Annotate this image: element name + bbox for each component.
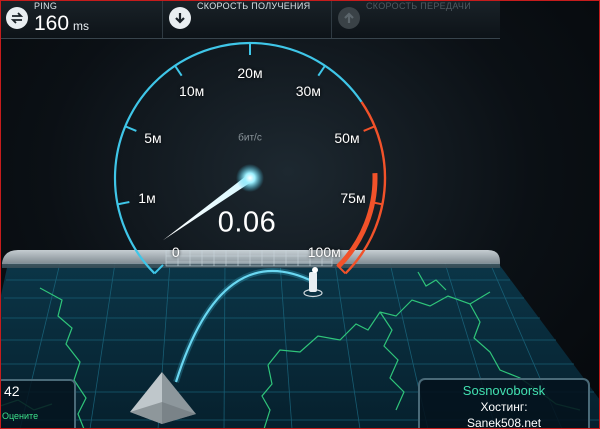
gauge-label-0: 0 [171, 244, 180, 261]
results-bar: PING 160 ms СКОРОСТЬ ПОЛУЧЕНИЯ СКОРОСТЬ … [0, 0, 500, 39]
ping-label: PING [34, 1, 58, 11]
gauge-label-30m: 30м [295, 82, 321, 99]
gauge-label-1m: 1м [138, 190, 156, 207]
ping-icon [6, 7, 28, 29]
gauge-unit-label: бит/с [238, 132, 262, 144]
gauge-tick [317, 65, 326, 77]
gauge-hub [236, 164, 264, 192]
gauge-label-5m: 5м [144, 129, 162, 146]
gauge-label-50m: 50м [334, 129, 360, 146]
ping-value-row: 160 ms [34, 12, 89, 36]
rate-link[interactable]: Оцените [2, 411, 38, 421]
gauge-tick [174, 65, 183, 77]
gauge-label-75m: 75м [340, 190, 366, 207]
server-city: Sosnovoborsk [462, 383, 546, 398]
upload-section: СКОРОСТЬ ПЕРЕДАЧИ [332, 0, 500, 38]
arrow-down-icon [169, 7, 191, 29]
gauge-label-20m: 20м [237, 65, 263, 81]
ping-unit: ms [73, 19, 90, 33]
gauge-tick [117, 201, 130, 206]
server-info-panel[interactable]: Sosnovoborsk Хостинг: Sanek508.net [418, 378, 590, 429]
rating-number: 42 [4, 383, 20, 399]
speed-gauge [113, 41, 387, 275]
gauge-tick [153, 264, 164, 275]
gauge-label-10m: 10м [179, 82, 205, 99]
hosting-name: Sanek508.net [466, 416, 542, 429]
gauge-tick [363, 125, 376, 132]
rating-panel[interactable]: 42 Оцените [0, 379, 76, 429]
arrow-up-icon [338, 7, 360, 29]
speedtest-window: 0 1м 5м 10м 20м 30м 50м 75м 100м бит/с 0… [0, 0, 600, 429]
gauge-tick [124, 125, 137, 132]
current-speed-value: 0.06 [217, 206, 277, 239]
upload-label: СКОРОСТЬ ПЕРЕДАЧИ [366, 1, 471, 11]
download-section: СКОРОСТЬ ПОЛУЧЕНИЯ [163, 0, 332, 38]
gauge-red-band [336, 172, 378, 269]
gauge-label-100m: 100м [307, 244, 341, 261]
download-label: СКОРОСТЬ ПОЛУЧЕНИЯ [197, 1, 311, 11]
ping-section: PING 160 ms [0, 0, 163, 38]
ping-value: 160 [34, 12, 70, 35]
hosting-label: Хостинг: [480, 400, 528, 414]
